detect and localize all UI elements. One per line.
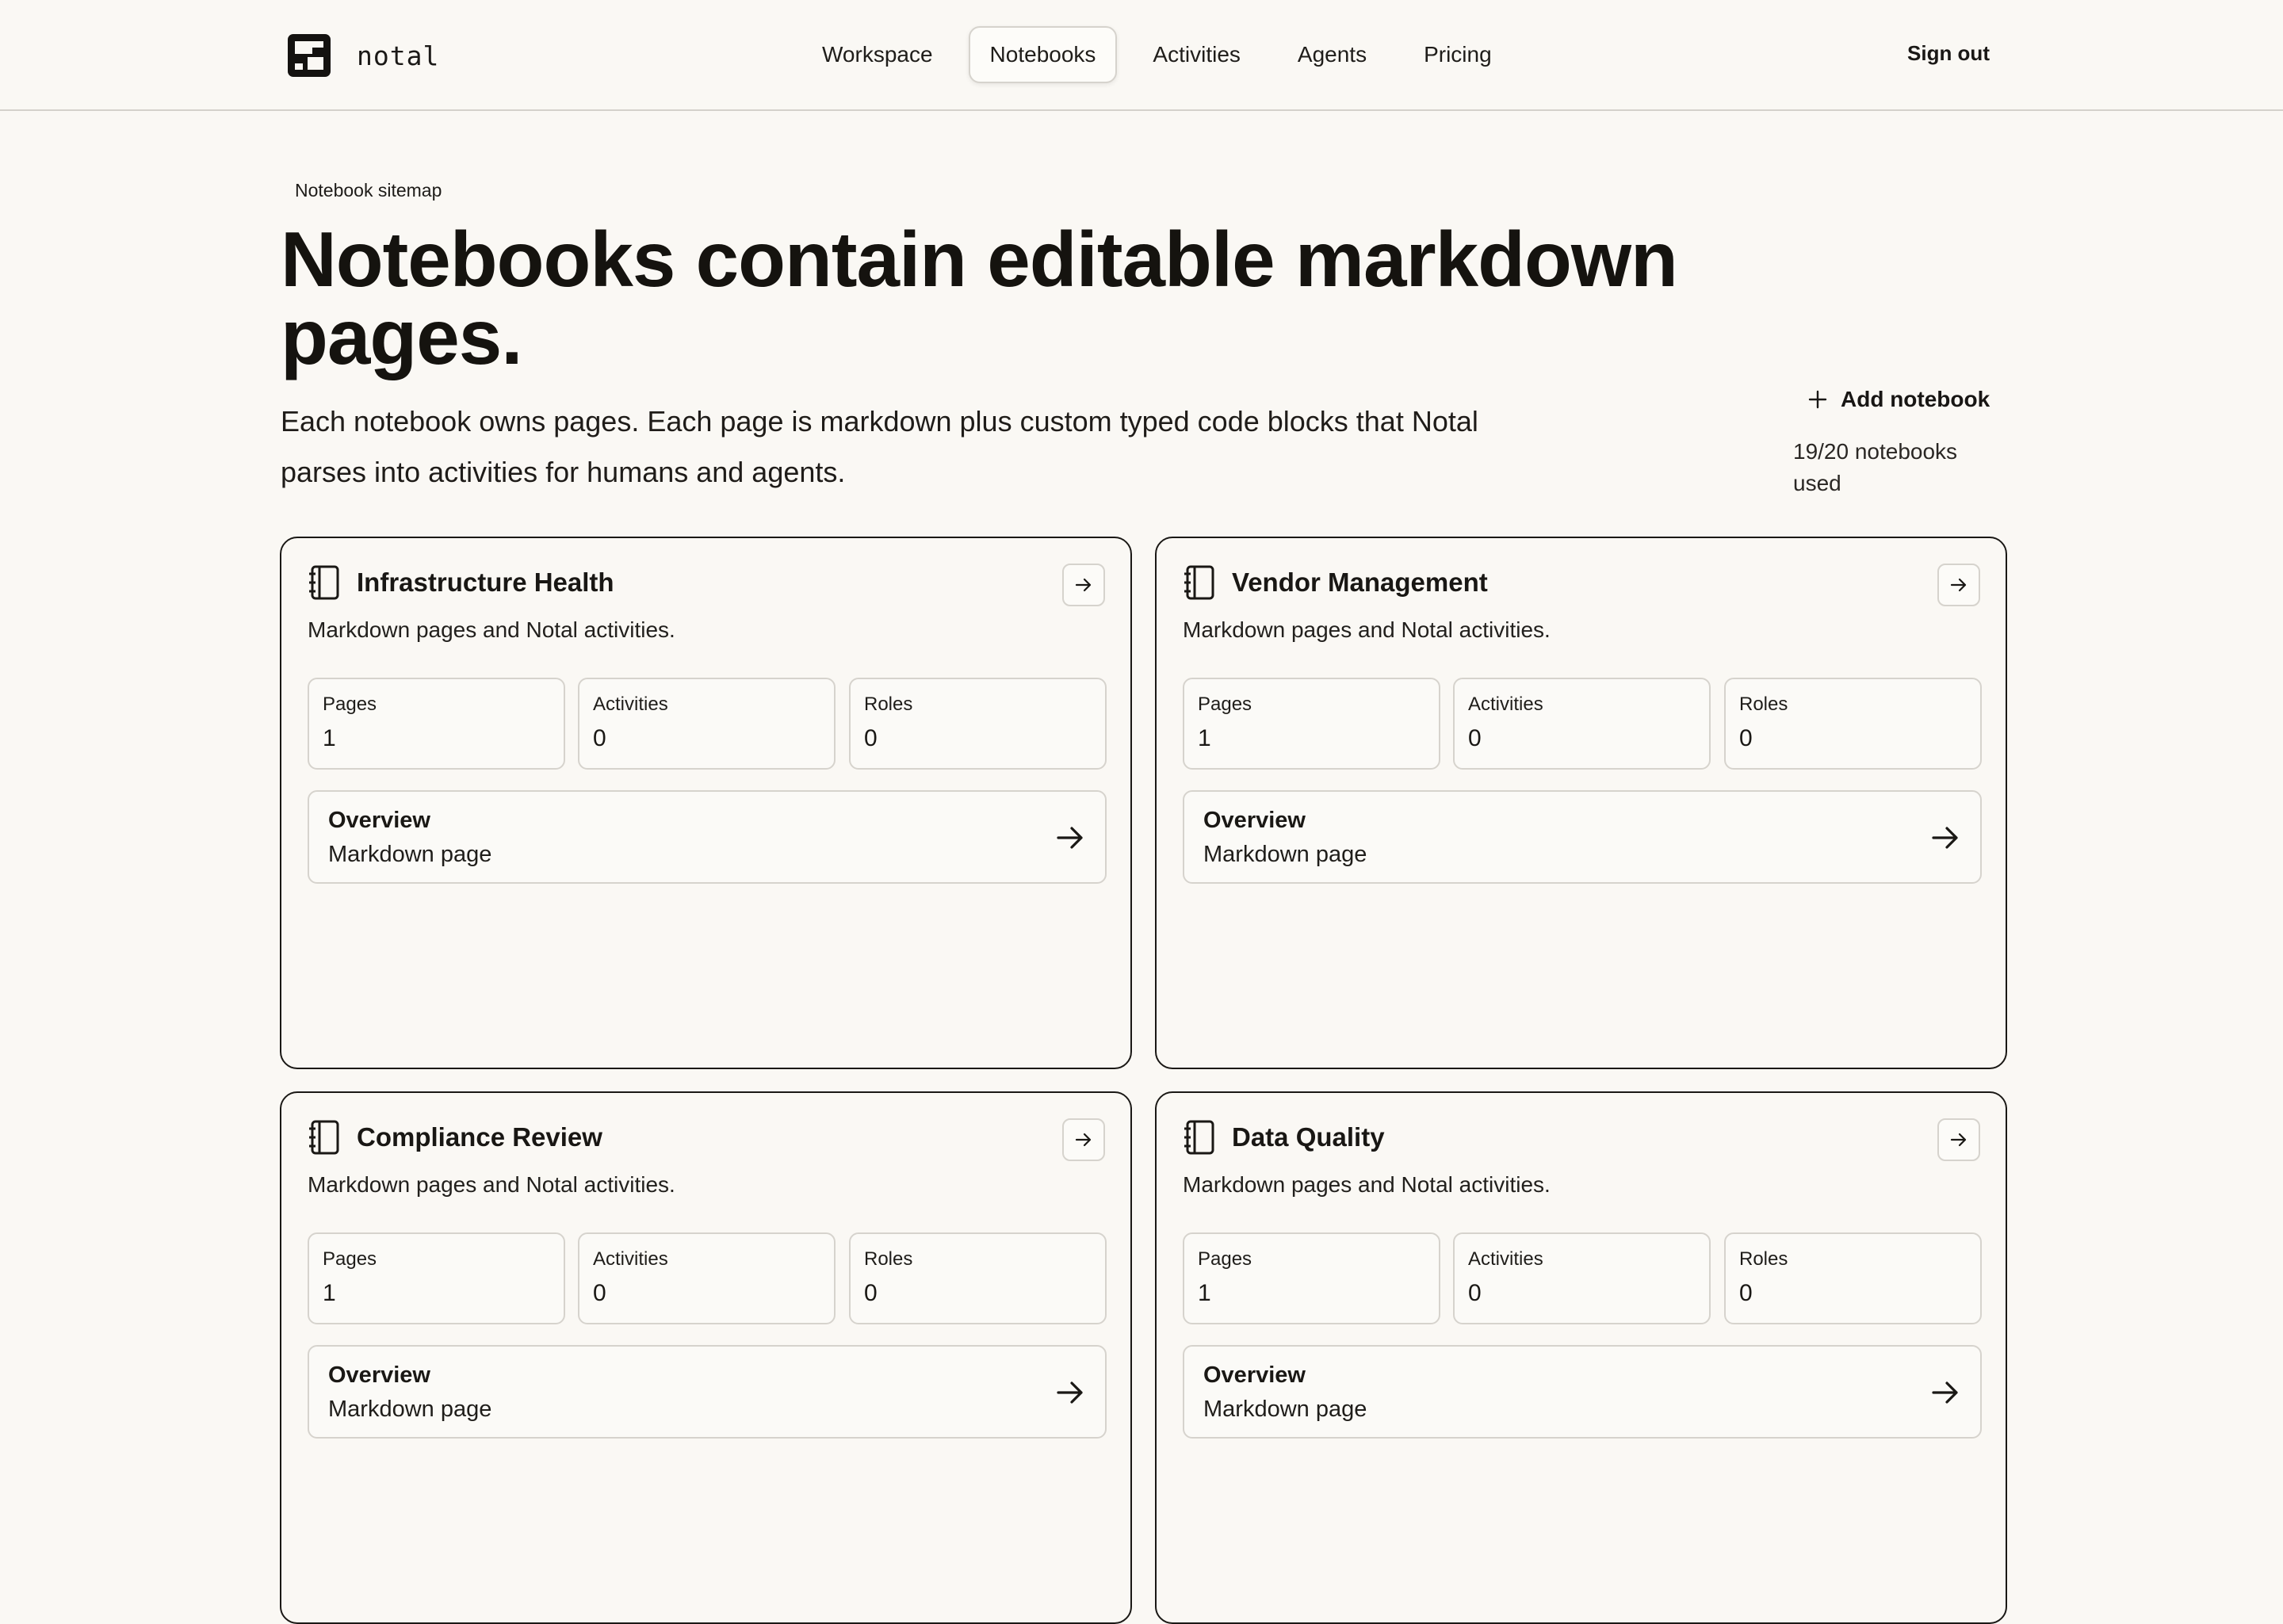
nav-item-activities[interactable]: Activities — [1131, 26, 1261, 83]
notebook-card-header: Vendor Management — [1183, 564, 1488, 602]
stat-label: Activities — [1468, 694, 1543, 715]
stat-value: 1 — [1198, 1280, 1211, 1306]
notebook-description: Markdown pages and Notal activities. — [1183, 617, 1551, 642]
stat-roles: Roles 0 — [849, 1232, 1107, 1324]
open-notebook-button[interactable] — [1937, 564, 1980, 606]
stat-roles: Roles 0 — [1724, 678, 1982, 770]
stat-label: Roles — [864, 1248, 913, 1270]
page-item-type: Markdown page — [328, 1397, 492, 1422]
arrow-right-icon — [1950, 578, 1967, 592]
sign-out-link[interactable]: Sign out — [1907, 41, 1990, 66]
page-description: Each notebook owns pages. Each page is m… — [281, 405, 1478, 488]
arrow-right-icon — [1075, 578, 1092, 592]
page-item-title: Overview — [1203, 1362, 1306, 1388]
page-list-item[interactable]: Overview Markdown page — [1183, 1345, 1982, 1439]
notebook-icon — [1184, 1120, 1214, 1155]
page-item-type: Markdown page — [1203, 842, 1367, 867]
stat-roles: Roles 0 — [849, 678, 1107, 770]
notebook-icon — [309, 565, 339, 600]
stat-roles: Roles 0 — [1724, 1232, 1982, 1324]
top-navigation-bar: notal Workspace Notebooks Activities Age… — [0, 0, 2283, 111]
notebook-title[interactable]: Infrastructure Health — [357, 567, 614, 598]
stat-value: 1 — [1198, 725, 1211, 751]
arrow-right-icon — [1075, 1133, 1092, 1147]
notebook-description: Markdown pages and Notal activities. — [308, 1172, 675, 1197]
stat-value: 0 — [1739, 725, 1753, 751]
notebook-card-header: Data Quality — [1183, 1118, 1385, 1156]
notebook-icon — [309, 1120, 339, 1155]
stat-value: 0 — [1468, 1280, 1482, 1306]
stat-label: Pages — [323, 1248, 377, 1270]
stat-value: 1 — [323, 1280, 336, 1306]
notebook-card: Infrastructure Health Markdown pages and… — [280, 537, 1132, 1069]
arrow-right-icon — [1057, 1381, 1083, 1404]
stat-pages: Pages 1 — [1183, 678, 1440, 770]
stat-label: Roles — [864, 694, 913, 715]
stat-activities: Activities 0 — [578, 678, 836, 770]
page-item-type: Markdown page — [1203, 1397, 1367, 1422]
page-list-item[interactable]: Overview Markdown page — [308, 1345, 1107, 1439]
main-nav: Workspace Notebooks Activities Agents Pr… — [801, 25, 1528, 85]
page-item-title: Overview — [328, 1362, 430, 1388]
stat-label: Pages — [1198, 1248, 1252, 1270]
stat-value: 0 — [1468, 725, 1482, 751]
page-list-item[interactable]: Overview Markdown page — [1183, 790, 1982, 884]
notebook-card-header: Infrastructure Health — [308, 564, 614, 602]
page-item-title: Overview — [328, 808, 430, 833]
stat-value: 1 — [323, 725, 336, 751]
open-notebook-button[interactable] — [1062, 564, 1105, 606]
brand-home-link[interactable]: notal — [288, 33, 439, 78]
notebook-title[interactable]: Compliance Review — [357, 1122, 602, 1152]
arrow-right-icon — [1932, 827, 1958, 849]
stat-value: 0 — [864, 1280, 878, 1306]
stat-label: Activities — [593, 694, 668, 715]
notebook-title[interactable]: Vendor Management — [1232, 567, 1488, 598]
stat-label: Activities — [1468, 1248, 1543, 1270]
stat-activities: Activities 0 — [1453, 678, 1711, 770]
arrow-right-icon — [1057, 827, 1083, 849]
stat-activities: Activities 0 — [578, 1232, 836, 1324]
add-notebook-label: Add notebook — [1841, 387, 1990, 411]
brand-name: notal — [357, 40, 440, 71]
notebook-description: Markdown pages and Notal activities. — [308, 617, 675, 642]
page-title: Notebooks contain editable markdown page… — [281, 216, 1678, 380]
nav-item-notebooks[interactable]: Notebooks — [968, 26, 1118, 83]
stat-pages: Pages 1 — [308, 1232, 565, 1324]
stat-label: Activities — [593, 1248, 668, 1270]
plus-icon — [1808, 390, 1827, 409]
notebook-icon — [1184, 565, 1214, 600]
stat-label: Roles — [1739, 694, 1788, 715]
arrow-right-icon — [1950, 1133, 1967, 1147]
stat-value: 0 — [864, 725, 878, 751]
page-list-item[interactable]: Overview Markdown page — [308, 790, 1107, 884]
notebook-card: Data Quality Markdown pages and Notal ac… — [1155, 1091, 2007, 1624]
add-notebook-button[interactable]: Add notebook — [1807, 384, 1990, 415]
page-item-type: Markdown page — [328, 842, 492, 867]
stat-value: 0 — [593, 1280, 606, 1306]
stat-pages: Pages 1 — [1183, 1232, 1440, 1324]
notebook-card: Vendor Management Markdown pages and Not… — [1155, 537, 2007, 1069]
page-item-title: Overview — [1203, 808, 1306, 833]
nav-item-pricing[interactable]: Pricing — [1402, 26, 1513, 83]
page-eyebrow: Notebook sitemap — [295, 180, 442, 201]
notebook-quota: 19/20 notebooks used — [1793, 439, 1958, 495]
notal-logo-icon — [288, 34, 331, 77]
stat-activities: Activities 0 — [1453, 1232, 1711, 1324]
stat-label: Pages — [323, 694, 377, 715]
nav-item-workspace[interactable]: Workspace — [801, 26, 954, 83]
stat-value: 0 — [593, 725, 606, 751]
open-notebook-button[interactable] — [1937, 1118, 1980, 1161]
stat-label: Roles — [1739, 1248, 1788, 1270]
stat-value: 0 — [1739, 1280, 1753, 1306]
open-notebook-button[interactable] — [1062, 1118, 1105, 1161]
notebook-card-header: Compliance Review — [308, 1118, 602, 1156]
notebook-card: Compliance Review Markdown pages and Not… — [280, 1091, 1132, 1624]
nav-item-agents[interactable]: Agents — [1276, 26, 1388, 83]
arrow-right-icon — [1932, 1381, 1958, 1404]
notebook-description: Markdown pages and Notal activities. — [1183, 1172, 1551, 1197]
stat-label: Pages — [1198, 694, 1252, 715]
notebook-title[interactable]: Data Quality — [1232, 1122, 1385, 1152]
stat-pages: Pages 1 — [308, 678, 565, 770]
